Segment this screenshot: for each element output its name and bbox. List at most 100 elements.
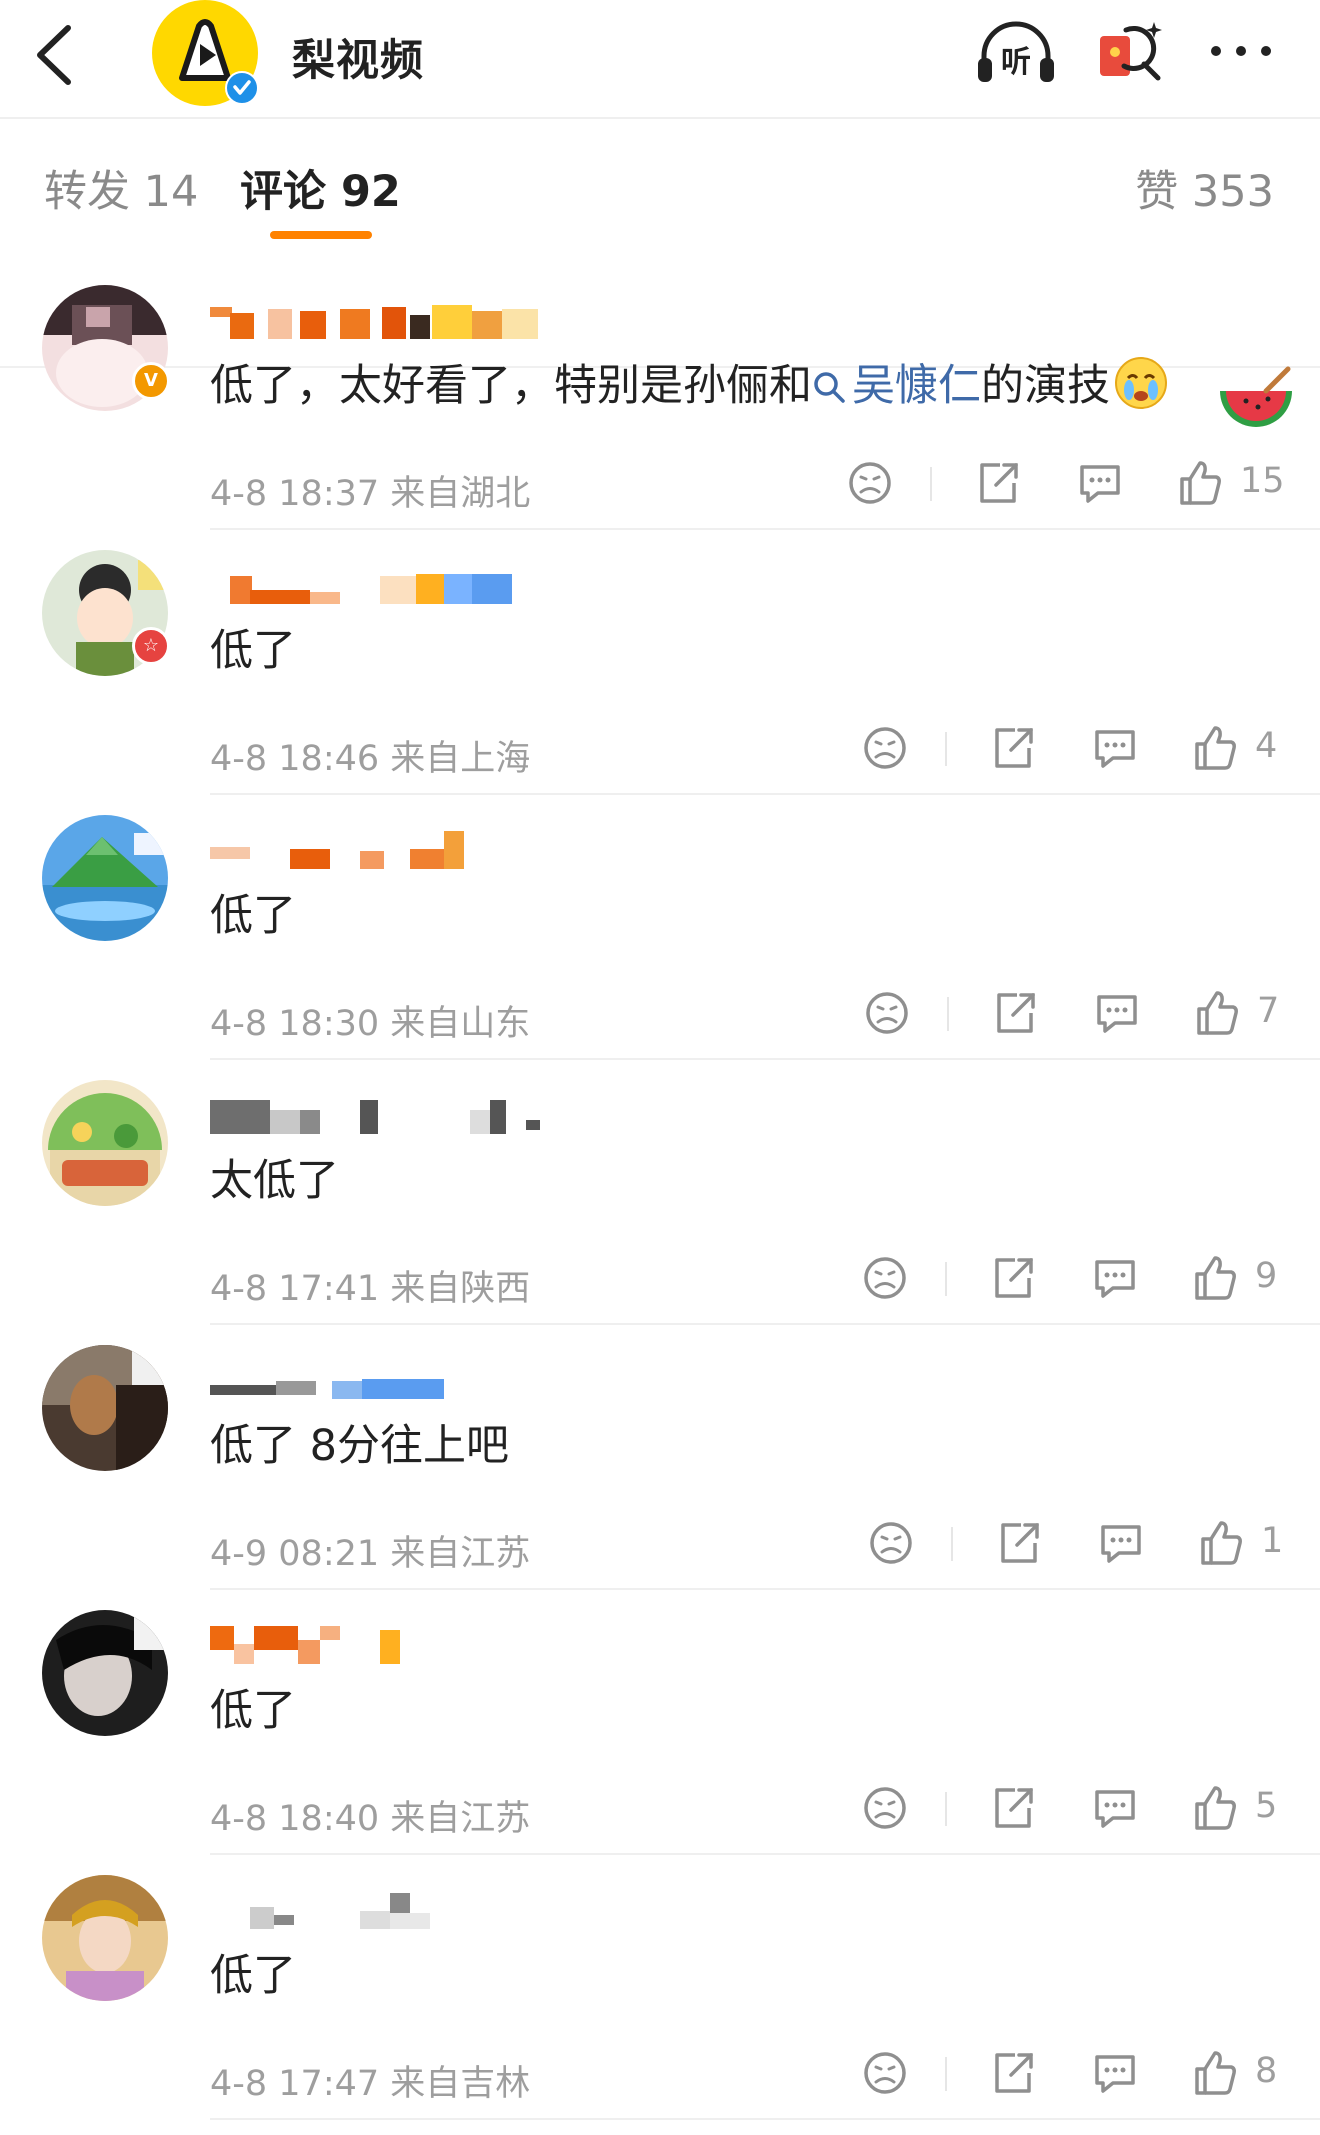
svg-text:听: 听: [1001, 45, 1031, 80]
dislike-face-icon[interactable]: [861, 1782, 909, 1834]
vip-badge-icon: V: [132, 362, 170, 400]
divider: [930, 467, 932, 501]
comment-text: 低了: [210, 626, 296, 676]
more-icon[interactable]: [1206, 36, 1276, 66]
username-blurred[interactable]: [210, 1361, 540, 1401]
back-arrow-icon[interactable]: [30, 22, 80, 88]
watermelon-sticker-icon: [1220, 366, 1292, 427]
avatar[interactable]: [42, 1610, 168, 1736]
username-blurred[interactable]: [210, 301, 540, 341]
thumbs-up-icon[interactable]: [1191, 1252, 1239, 1304]
username-blurred[interactable]: [210, 831, 540, 871]
comment-item: 太低了 4-8 17:41 来自陕西 9: [0, 1060, 1320, 1325]
divider: [210, 2118, 1320, 2120]
like-count: 15: [1240, 461, 1285, 501]
share-icon[interactable]: [989, 2047, 1037, 2099]
search-icon: [814, 372, 845, 403]
comment-actions: 15: [840, 457, 1285, 509]
avatar[interactable]: [42, 815, 168, 941]
reply-comment-icon[interactable]: [1093, 987, 1141, 1039]
share-icon[interactable]: [989, 1782, 1037, 1834]
reply-comment-icon[interactable]: [1097, 1517, 1145, 1569]
comment-meta: 4-8 18:30 来自山东: [210, 1004, 531, 1044]
like-count: 1: [1261, 1521, 1284, 1561]
comment-text: 低了 8分往上吧: [210, 1421, 510, 1471]
comment-text: 低了，太好看了，特别是孙俪和 吴慷仁的演技: [210, 351, 1168, 413]
tab-reposts[interactable]: 转发 14: [44, 157, 198, 219]
dislike-face-icon[interactable]: [861, 1252, 909, 1304]
dislike-face-icon[interactable]: [863, 987, 911, 1039]
share-icon[interactable]: [989, 1252, 1037, 1304]
avatar[interactable]: [42, 1080, 168, 1206]
crying-face-icon: [1115, 357, 1167, 409]
comment-actions: 1: [861, 1517, 1301, 1569]
tab-likes[interactable]: 赞 353: [1135, 157, 1274, 219]
reply-comment-icon[interactable]: [1091, 1782, 1139, 1834]
share-icon[interactable]: [995, 1517, 1043, 1569]
active-tab-indicator: [270, 231, 372, 239]
username-blurred[interactable]: [210, 1891, 540, 1931]
reply-comment-icon[interactable]: [1091, 2047, 1139, 2099]
comment-text: 低了: [210, 1686, 296, 1736]
avatar[interactable]: [42, 1345, 168, 1471]
thumbs-up-icon[interactable]: [1191, 1782, 1239, 1834]
thumbs-up-icon[interactable]: [1191, 722, 1239, 774]
comment-meta: 4-8 18:46 来自上海: [210, 739, 531, 779]
comment-meta: 4-8 18:40 来自江苏: [210, 1799, 531, 1839]
comment-text: 低了: [210, 1951, 296, 2001]
thumbs-up-icon[interactable]: [1193, 987, 1241, 1039]
topic-link-label[interactable]: 吴慷仁: [852, 361, 981, 411]
thumbs-up-icon[interactable]: [1176, 457, 1224, 509]
divider: [945, 1792, 947, 1826]
username-blurred[interactable]: [210, 566, 540, 606]
comment-text-before: 低了，太好看了，特别是孙俪和: [210, 361, 812, 411]
comment-meta: 4-8 17:41 来自陕西: [210, 1269, 531, 1309]
like-count: 8: [1255, 2051, 1278, 2091]
comment-actions: 7: [857, 987, 1297, 1039]
comment-text: 太低了: [210, 1156, 339, 1206]
share-icon[interactable]: [974, 457, 1022, 509]
red-packet-search-icon[interactable]: [1096, 18, 1168, 88]
comment-item: 低了 4-8 18:40 来自江苏 5: [0, 1590, 1320, 1855]
reply-comment-icon[interactable]: [1091, 1252, 1139, 1304]
comment-item: 低了 4-8 17:47 来自吉林 8: [0, 1855, 1320, 2120]
thumbs-up-icon[interactable]: [1191, 2047, 1239, 2099]
dislike-face-icon[interactable]: [861, 2047, 909, 2099]
official-badge-icon: ☆: [132, 627, 170, 665]
comment-actions: 9: [855, 1252, 1295, 1304]
username-blurred[interactable]: [210, 1626, 540, 1666]
share-icon[interactable]: [989, 722, 1037, 774]
comment-item: 低了 4-8 18:30 来自山东 7: [0, 795, 1320, 1060]
username-blurred[interactable]: [210, 1096, 540, 1136]
share-icon[interactable]: [991, 987, 1039, 1039]
comment-meta: 4-8 17:47 来自吉林: [210, 2064, 531, 2104]
comment-text-after: 的演技: [981, 361, 1110, 411]
dislike-face-icon[interactable]: [867, 1517, 915, 1569]
like-count: 9: [1255, 1256, 1278, 1296]
comment-actions: 8: [855, 2047, 1295, 2099]
divider: [945, 732, 947, 766]
comment-actions: 4: [855, 722, 1295, 774]
reply-comment-icon[interactable]: [1091, 722, 1139, 774]
topic-link[interactable]: 吴慷仁: [812, 361, 981, 411]
like-count: 4: [1255, 726, 1278, 766]
dislike-face-icon[interactable]: [861, 722, 909, 774]
divider: [947, 997, 949, 1031]
divider: [945, 1262, 947, 1296]
account-name[interactable]: 梨视频: [292, 26, 424, 88]
verified-icon: [225, 71, 259, 105]
tab-bar: 转发 14 评论 92 赞 353: [0, 119, 1320, 368]
thumbs-up-icon[interactable]: [1197, 1517, 1245, 1569]
comment-item: V 低了，太好看了，特别是孙俪和 吴慷仁的演技 4-8 18:37 来自湖北 15: [0, 265, 1320, 530]
divider: [951, 1527, 953, 1561]
tab-comments[interactable]: 评论 92: [240, 157, 401, 219]
divider: [945, 2057, 947, 2091]
dislike-face-icon[interactable]: [846, 457, 894, 509]
comment-meta: 4-9 08:21 来自江苏: [210, 1534, 531, 1574]
reply-comment-icon[interactable]: [1076, 457, 1124, 509]
listen-icon[interactable]: 听: [974, 20, 1058, 86]
avatar[interactable]: [42, 1875, 168, 2001]
like-count: 5: [1255, 1786, 1278, 1826]
comment-actions: 5: [855, 1782, 1295, 1834]
top-bar: 梨视频 听: [0, 0, 1320, 119]
